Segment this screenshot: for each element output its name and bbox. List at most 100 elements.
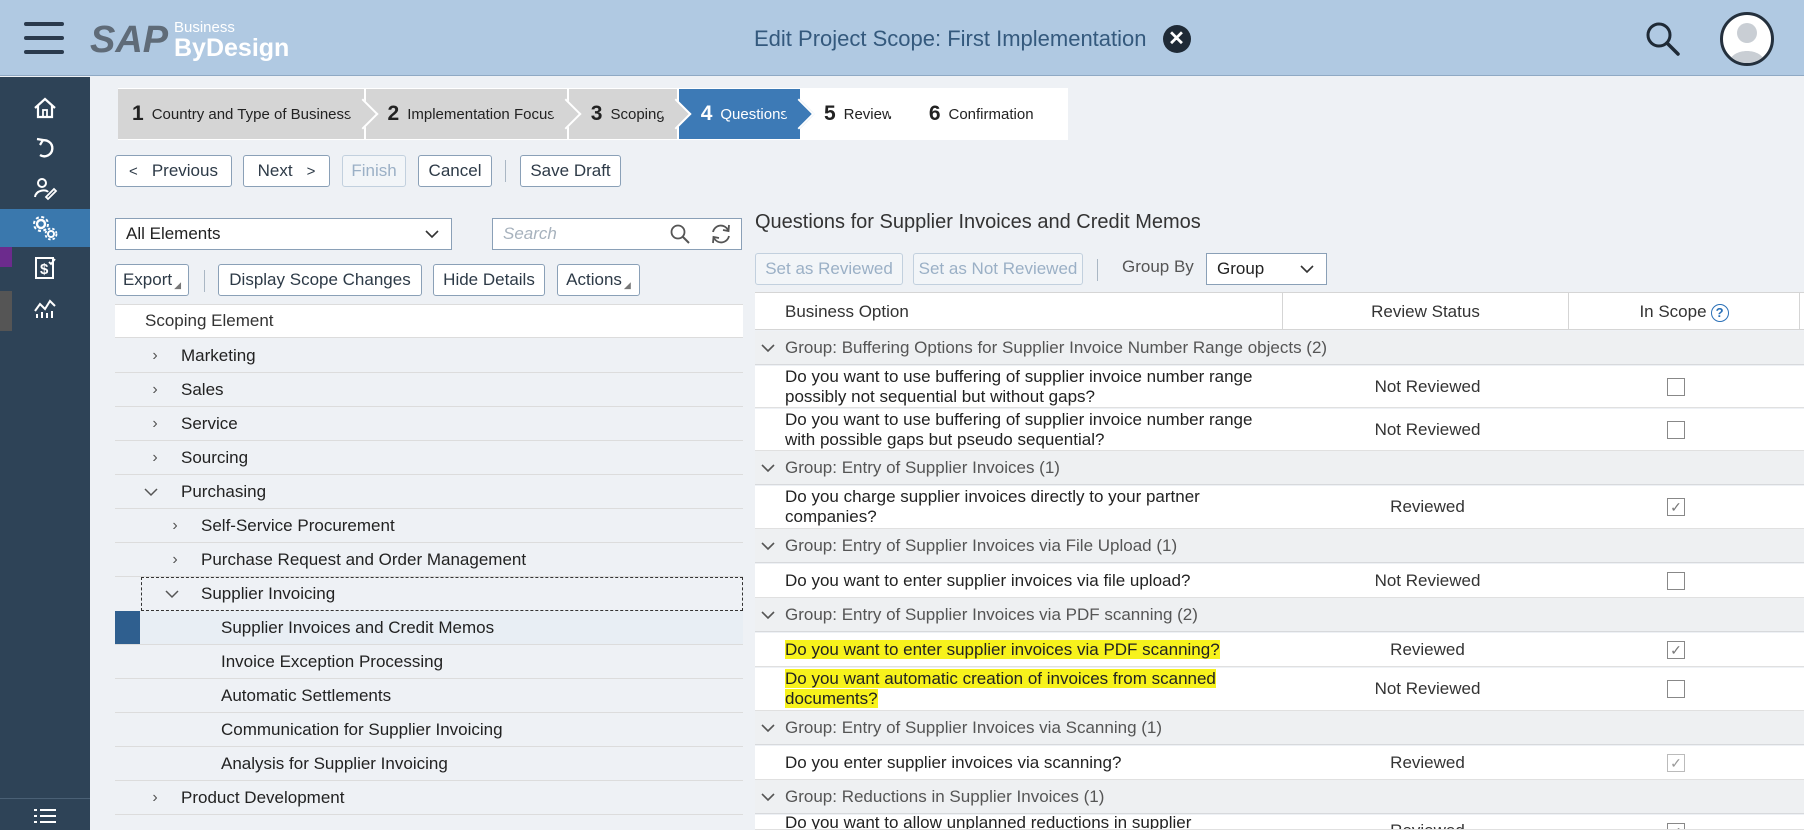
chevron-right-icon[interactable]: › [147, 789, 163, 806]
chevron-right-icon[interactable]: › [167, 551, 183, 568]
shell-header: SAP Business ByDesign Edit Project Scope… [0, 0, 1804, 76]
previous-button[interactable]: < Previous [115, 155, 232, 187]
tree-item-sales[interactable]: › Sales [115, 373, 743, 407]
tree-item-communication-supplier-invoicing[interactable]: Communication for Supplier Invoicing [115, 713, 743, 747]
tree-item-product-development[interactable]: › Product Development [115, 781, 743, 815]
review-status: Reviewed [1390, 497, 1465, 516]
selection-marker [115, 611, 140, 644]
next-button[interactable]: Next > [243, 155, 330, 187]
group-row[interactable]: Group: Entry of Supplier Invoices via Fi… [755, 529, 1804, 563]
refresh-icon[interactable] [0, 129, 90, 167]
chevron-right-icon[interactable]: › [167, 517, 183, 534]
chevron-right-icon[interactable]: › [147, 381, 163, 398]
question-row[interactable]: Do you want to use buffering of supplier… [755, 409, 1804, 451]
tree-item-sourcing[interactable]: › Sourcing [115, 441, 743, 475]
tree-item-automatic-settlements[interactable]: Automatic Settlements [115, 679, 743, 713]
tree-item-invoice-exception-processing[interactable]: Invoice Exception Processing [115, 645, 743, 679]
question-row[interactable]: Do you want to use buffering of supplier… [755, 366, 1804, 408]
analytics-icon[interactable] [0, 289, 90, 327]
review-status: Reviewed [1285, 821, 1570, 829]
step-implementation-focus[interactable]: 2 Implementation Focus [365, 89, 569, 139]
settings-icon[interactable] [0, 209, 90, 247]
list-icon[interactable] [0, 801, 90, 829]
tree-item-service[interactable]: › Service [115, 407, 743, 441]
save-draft-button[interactable]: Save Draft [520, 155, 621, 187]
chevron-down-icon[interactable] [759, 537, 777, 555]
svg-text:$: $ [40, 261, 49, 278]
home-icon[interactable] [0, 89, 90, 127]
group-row[interactable]: Group: Entry of Supplier Invoices via PD… [755, 598, 1804, 632]
column-in-scope[interactable]: In Scope? [1569, 302, 1799, 322]
review-status: Reviewed [1390, 640, 1465, 659]
finance-icon[interactable]: $ [0, 249, 90, 287]
highlighted-text: Do you want automatic creation of invoic… [785, 669, 1216, 688]
tree-item-marketing[interactable]: › Marketing [115, 339, 743, 373]
step-scoping[interactable]: 3 Scoping [568, 89, 679, 139]
step-questions[interactable]: 4 Questions [678, 89, 802, 139]
search-icon[interactable] [1644, 20, 1682, 58]
tree-item-analysis-supplier-invoicing[interactable]: Analysis for Supplier Invoicing [115, 747, 743, 781]
question-row[interactable]: Do you want to allow unplanned reduction… [755, 815, 1804, 830]
chevron-down-icon[interactable] [759, 339, 777, 357]
question-row[interactable]: Do you enter supplier invoices via scann… [755, 746, 1804, 780]
scoping-tree: Scoping Element › Marketing › Sales › Servi… [115, 212, 743, 830]
step-confirmation[interactable]: 6 Confirmation [906, 89, 1064, 139]
group-row[interactable]: Group: Entry of Supplier Invoices via Sc… [755, 711, 1804, 745]
column-review-status[interactable]: Review Status [1283, 302, 1568, 322]
in-scope-checkbox[interactable] [1667, 680, 1685, 698]
chevron-down-icon[interactable] [164, 586, 180, 602]
svg-text:ByDesign: ByDesign [174, 34, 289, 62]
menu-icon[interactable] [24, 22, 64, 54]
tree-item-self-service-procurement[interactable]: › Self-Service Procurement [115, 509, 743, 543]
tree-item-purchasing[interactable]: Purchasing [115, 475, 743, 509]
avatar[interactable] [1720, 12, 1774, 66]
close-icon[interactable]: ✕ [1162, 25, 1191, 53]
cancel-button[interactable]: Cancel [418, 155, 492, 187]
step-country-and-type[interactable]: 1 Country and Type of Business [118, 89, 366, 139]
in-scope-checkbox[interactable] [1667, 421, 1685, 439]
group-row[interactable]: Group: Entry of Supplier Invoices (1) [755, 451, 1804, 485]
highlighted-text: documents? [785, 689, 878, 708]
review-status: Reviewed [1390, 753, 1465, 772]
in-scope-checkbox[interactable]: ✓ [1667, 498, 1685, 516]
questions-panel: Questions for Supplier Invoices and Cred… [755, 205, 1804, 830]
review-status: Not Reviewed [1374, 571, 1481, 590]
tree-item-supplier-invoices-credit-memos[interactable]: Supplier Invoices and Credit Memos [115, 611, 743, 645]
guided-activity-stepper: 1 Country and Type of Business 2 Implement… [118, 88, 1068, 140]
help-icon[interactable]: ? [1710, 303, 1729, 322]
chevron-down-icon[interactable] [759, 788, 777, 806]
left-navigation: $ [0, 77, 90, 830]
chevron-down-icon[interactable] [759, 606, 777, 624]
questions-title: Questions for Supplier Invoices and Cred… [755, 211, 1201, 233]
in-scope-checkbox[interactable] [1667, 572, 1685, 590]
chevron-down-icon[interactable] [759, 719, 777, 737]
chevron-down-icon[interactable] [143, 484, 159, 500]
review-status: Not Reviewed [1374, 420, 1481, 439]
group-row[interactable]: Group: Reductions in Supplier Invoices (… [755, 780, 1804, 814]
chevron-right-icon[interactable]: › [147, 347, 163, 364]
chevron-right-icon[interactable]: › [147, 449, 163, 466]
question-row[interactable]: Do you want to enter supplier invoices v… [755, 633, 1804, 667]
column-business-option[interactable]: Business Option [785, 302, 909, 322]
question-row[interactable]: Do you charge supplier invoices directly… [755, 486, 1804, 529]
set-as-reviewed-button[interactable]: Set as Reviewed [755, 253, 903, 285]
sap-bydesign-logo: SAP Business ByDesign [90, 19, 289, 62]
in-scope-checkbox[interactable]: ✓ [1667, 641, 1685, 659]
chevron-down-icon [1300, 265, 1314, 274]
group-row[interactable]: Group: Buffering Options for Supplier In… [755, 331, 1804, 365]
tree-item-supplier-invoicing[interactable]: Supplier Invoicing [141, 577, 743, 611]
chevron-right-icon[interactable]: › [147, 415, 163, 432]
user-edit-icon[interactable] [0, 169, 90, 207]
question-row[interactable]: Do you want automatic creation of invoic… [755, 668, 1804, 711]
tree-item-purchase-request-order-management[interactable]: › Purchase Request and Order Management [115, 543, 743, 577]
question-row[interactable]: Do you want to enter supplier invoices v… [755, 564, 1804, 598]
group-by-label: Group By [1122, 257, 1194, 276]
in-scope-checkbox[interactable]: ✓ [1667, 823, 1685, 829]
in-scope-checkbox[interactable]: ✓ [1667, 754, 1685, 772]
set-as-not-reviewed-button[interactable]: Set as Not Reviewed [913, 253, 1083, 285]
chevron-down-icon[interactable] [759, 459, 777, 477]
finish-button[interactable]: Finish [342, 155, 406, 187]
group-by-select[interactable]: Group [1206, 253, 1327, 285]
step-review[interactable]: 5 Review [801, 89, 907, 139]
in-scope-checkbox[interactable] [1667, 378, 1685, 396]
